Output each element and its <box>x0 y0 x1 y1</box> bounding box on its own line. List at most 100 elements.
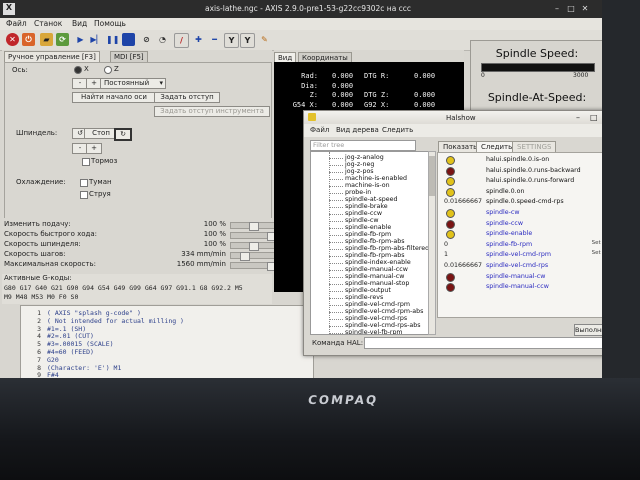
tree-item[interactable]: spindle-fb-rpm-abs <box>345 252 405 259</box>
close-icon[interactable]: ✕ <box>580 4 590 14</box>
tree-item[interactable]: spindle-at-speed <box>345 196 398 203</box>
optional-stop-icon[interactable]: ◔ <box>156 33 169 46</box>
override-slider[interactable] <box>230 262 277 271</box>
hal-command-input[interactable] <box>364 337 602 349</box>
tree-item[interactable]: spindle-ccw <box>345 210 382 217</box>
tree-item[interactable]: spindle-vel-fb-rpm <box>345 329 403 334</box>
menu-machine[interactable]: Станок <box>34 19 62 28</box>
spindle-cw-icon[interactable]: ↻ <box>114 128 132 141</box>
program-line-number: 4 <box>37 332 41 341</box>
override-slider[interactable] <box>230 252 276 261</box>
tree-branch-line <box>329 235 343 236</box>
tree-item[interactable]: spindle-fb-rpm-abs <box>345 238 405 245</box>
tree-item[interactable]: machine-is-enabled <box>345 175 407 182</box>
tree-item[interactable]: spindle-output <box>345 287 391 294</box>
hal-tab-settings[interactable]: SETTINGS <box>512 141 557 152</box>
spindle-scale-min: 0 <box>481 72 485 79</box>
tab-manual[interactable]: Ручное управление [F3] <box>4 51 100 62</box>
tree-item[interactable]: spindle-fb-rpm-abs-filtered <box>345 245 429 252</box>
hal-execute-button[interactable]: Выполнить <box>574 324 602 336</box>
dro-label: G54 X: <box>292 100 318 109</box>
hal-menu-tree-view[interactable]: Вид дерева <box>336 126 379 134</box>
block-delete-icon[interactable]: ⊘ <box>140 33 153 46</box>
hal-tree-scroll-thumb[interactable] <box>429 156 435 196</box>
dro-label-2: DTG Z: <box>364 91 390 100</box>
pause-icon[interactable]: ❚❚ <box>106 33 119 46</box>
estop-icon[interactable]: ✕ <box>6 33 19 46</box>
tree-item[interactable]: spindle-vel-cmd-rps-abs <box>345 322 421 329</box>
reload-icon[interactable]: ⟳ <box>56 33 69 46</box>
axis-x-radio[interactable] <box>74 66 82 74</box>
hal-tree[interactable]: jog-z-analog jog-z-neg jog-z-pos machine-is… <box>310 151 430 335</box>
tree-item[interactable]: spindle-brake <box>345 203 388 210</box>
open-file-icon[interactable]: ▰ <box>40 33 53 46</box>
watch-value: 0 <box>444 240 449 248</box>
clear-plot-icon[interactable]: ✎ <box>258 33 271 46</box>
tree-item[interactable]: spindle-cw <box>345 217 379 224</box>
menu-help[interactable]: Помощь <box>94 19 126 28</box>
override-slider[interactable] <box>230 222 276 231</box>
tree-item[interactable]: spindle-manual-stop <box>345 280 409 287</box>
override-slider[interactable] <box>230 242 276 251</box>
maximize-icon[interactable]: □ <box>566 4 576 14</box>
override-row: Скорость быстрого хода: 100 % <box>4 230 277 241</box>
tree-item[interactable]: jog-z-neg <box>345 161 374 168</box>
tool-touch-off-button[interactable]: Задать отступ инструмента <box>154 106 270 117</box>
machine-power-icon[interactable]: ⏻ <box>22 33 35 46</box>
tree-item[interactable]: jog-z-pos <box>345 168 374 175</box>
axis-z-radio[interactable] <box>104 66 112 74</box>
run-icon[interactable]: ▶ <box>74 33 87 46</box>
tree-item[interactable]: machine-is-on <box>345 182 390 189</box>
watch-value: 0.01666667 <box>444 198 483 206</box>
halshow-minimize-icon[interactable]: – <box>576 113 580 122</box>
program-listing[interactable]: 1 ( AXIS "splash g-code" ) 2 ( Not intended… <box>20 305 314 378</box>
tree-item[interactable]: spindle-manual-cw <box>345 273 404 280</box>
tree-item[interactable]: spindle-fb-rpm <box>345 231 391 238</box>
program-line-number: 6 <box>37 348 41 356</box>
spindle-stop-button[interactable]: Стоп <box>84 128 118 139</box>
override-value: 1560 mm/min <box>176 260 226 268</box>
spindle-scale-max: 3000 <box>573 72 589 79</box>
stop-icon[interactable] <box>122 33 135 46</box>
zoom-out-icon[interactable]: ━ <box>208 33 221 46</box>
jog-mode-select[interactable]: Постоянный ▾ <box>100 78 166 89</box>
hal-tree-scrollbar[interactable] <box>428 151 436 335</box>
minimize-icon[interactable]: – <box>552 4 562 14</box>
home-axis-button[interactable]: Найти начало оси <box>72 92 156 103</box>
spindle-increase-button[interactable]: + <box>86 143 102 154</box>
menu-file[interactable]: Файл <box>6 19 27 28</box>
tree-item[interactable]: spindle-vel-cmd-rps <box>345 315 407 322</box>
tree-item[interactable]: spindle-manual-ccw <box>345 266 408 273</box>
watch-name: spindle-enable <box>486 230 533 238</box>
watch-value: 1 <box>444 251 449 259</box>
feed-override-icon[interactable]: / <box>174 33 189 48</box>
halshow-maximize-icon[interactable]: □ <box>590 113 598 122</box>
step-icon[interactable]: ▶▏ <box>90 33 103 46</box>
tree-item[interactable]: spindle-enable <box>345 224 391 231</box>
flood-checkbox[interactable] <box>80 191 88 199</box>
tree-item[interactable]: spindle-index-enable <box>345 259 411 266</box>
tree-item[interactable]: jog-z-analog <box>345 154 384 161</box>
tree-item[interactable]: probe-in <box>345 189 371 196</box>
tree-branch-line <box>329 214 343 215</box>
view-y-button[interactable]: Y <box>224 33 239 48</box>
mist-checkbox[interactable] <box>80 179 88 187</box>
tree-item[interactable]: spindle-vel-cmd-rpm-abs <box>345 308 423 315</box>
tree-branch-line <box>329 221 343 222</box>
touch-off-button[interactable]: Задать отступ <box>154 92 220 103</box>
hal-menu-file[interactable]: Файл <box>310 126 329 134</box>
override-name: Скорость быстрого хода: <box>4 230 97 238</box>
hal-menu-watch[interactable]: Следить <box>382 126 413 134</box>
view-y2-button[interactable]: Y <box>240 33 255 48</box>
tab-mdi[interactable]: MDI [F5] <box>110 51 148 62</box>
override-value: 100 % <box>203 240 226 248</box>
tree-item[interactable]: spindle-vel-cmd-rpm <box>345 301 410 308</box>
watch-set-clear-buttons[interactable]: Set Clr <box>592 240 602 246</box>
brake-checkbox[interactable] <box>82 158 90 166</box>
override-slider[interactable] <box>230 232 277 241</box>
menu-view[interactable]: Вид <box>72 19 87 28</box>
zoom-in-icon[interactable]: ✚ <box>192 33 205 46</box>
tree-item[interactable]: spindle-revs <box>345 294 383 301</box>
watch-set-clear-buttons[interactable]: Set Clr <box>592 250 602 256</box>
hal-filter-input[interactable]: Filter tree <box>310 140 416 151</box>
